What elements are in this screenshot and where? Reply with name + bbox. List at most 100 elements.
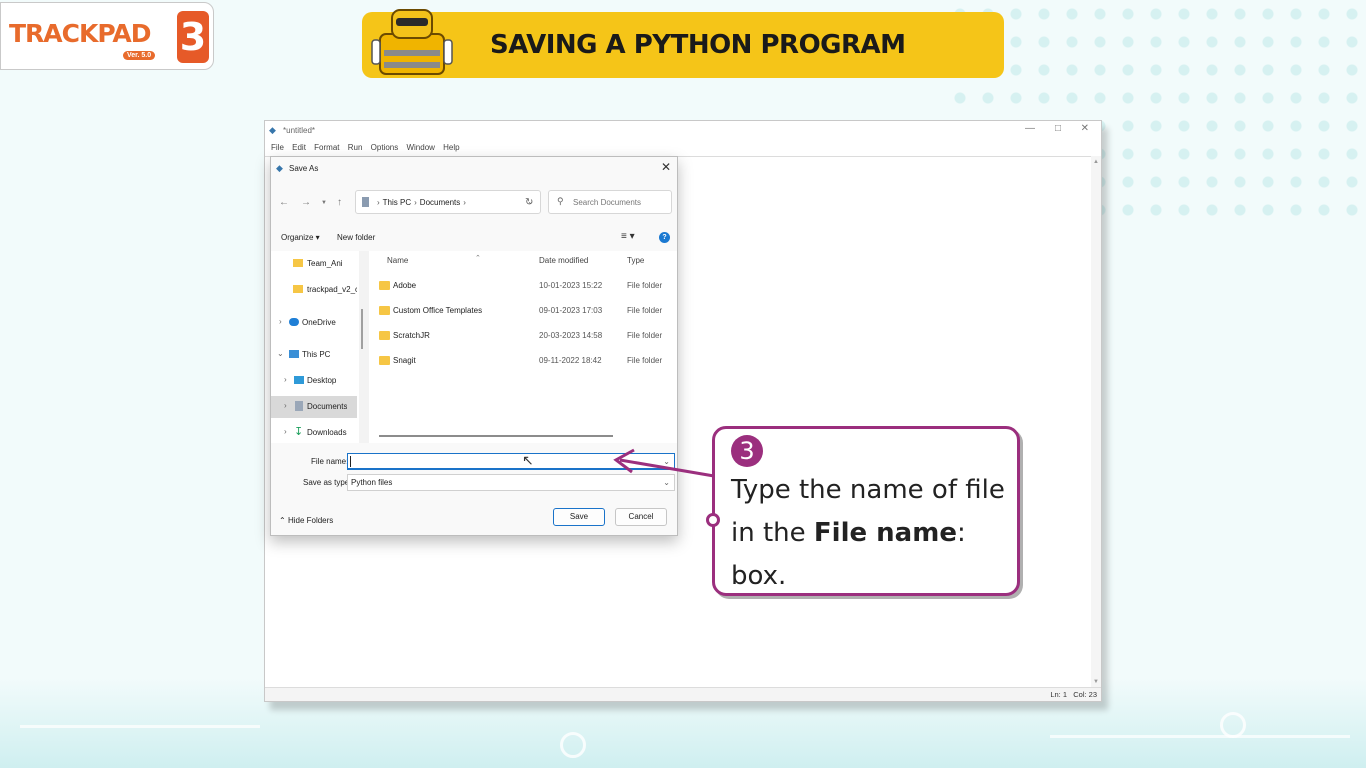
file-date: 20-03-2023 14:58 — [539, 331, 603, 340]
save-as-type-value: Python files — [351, 478, 393, 487]
breadcrumb-documents[interactable]: Documents — [420, 198, 460, 207]
file-type: File folder — [627, 331, 663, 340]
breadcrumb-separator-icon: › — [463, 198, 466, 207]
file-row[interactable]: Custom Office Templates 09-01-2023 17:03… — [369, 300, 677, 322]
chevron-right-icon[interactable]: › — [284, 401, 287, 410]
navigation-pane: Team_Ani trackpad_v2_cla › OneDrive ⌄ Th… — [271, 251, 359, 443]
circuit-line — [20, 725, 260, 728]
breadcrumb-this-pc[interactable]: This PC — [383, 198, 411, 207]
back-arrow-icon[interactable]: ← — [279, 197, 289, 208]
sort-up-icon: ⌃ — [475, 255, 481, 262]
file-name: Custom Office Templates — [393, 306, 483, 315]
file-type: File folder — [627, 306, 663, 315]
vertical-scrollbar[interactable] — [1091, 156, 1101, 687]
cancel-button[interactable]: Cancel — [615, 508, 667, 526]
trackpad-logo: TRACKPAD Ver. 5.0 3 — [0, 2, 214, 70]
chevron-up-icon: ⌃ — [279, 516, 286, 525]
tree-item-this-pc[interactable]: ⌄ This PC — [271, 344, 357, 366]
recent-dropdown-icon[interactable]: ▼ — [321, 200, 327, 206]
maximize-icon[interactable]: □ — [1055, 123, 1061, 134]
column-header-name[interactable]: ⌃ Name — [387, 255, 481, 265]
tree-item-label: Documents — [307, 402, 348, 411]
tree-item-documents[interactable]: › Documents — [271, 396, 357, 418]
column-header-name-label: Name — [387, 256, 409, 265]
download-icon: ↧ — [294, 426, 304, 438]
file-name: ScratchJR — [393, 331, 430, 340]
scroll-down-icon[interactable]: ▼ — [1093, 679, 1099, 685]
close-icon[interactable]: ✕ — [1081, 123, 1089, 134]
save-button[interactable]: Save — [553, 508, 605, 526]
refresh-icon[interactable]: ↻ — [525, 197, 533, 208]
folder-icon — [293, 259, 303, 267]
tree-item-desktop[interactable]: › Desktop — [271, 370, 357, 392]
circuit-line — [1050, 735, 1350, 738]
chevron-right-icon[interactable]: › — [284, 427, 287, 436]
file-type: File folder — [627, 281, 663, 290]
folder-icon — [293, 285, 303, 293]
tree-item-label: trackpad_v2_cla — [307, 285, 357, 294]
callout-connector-dot — [706, 513, 720, 527]
file-row[interactable]: Snagit 09-11-2022 18:42 File folder — [369, 350, 677, 372]
hide-folders-label: Hide Folders — [287, 516, 334, 525]
forward-arrow-icon[interactable]: → — [301, 197, 311, 208]
scroll-up-icon[interactable]: ▲ — [1093, 159, 1099, 165]
hide-folders-button[interactable]: ⌃ Hide Folders — [279, 516, 333, 525]
tree-item-trackpad[interactable]: trackpad_v2_cla — [271, 279, 357, 301]
window-title: *untitled* — [283, 126, 316, 135]
file-type: File folder — [627, 356, 663, 365]
horizontal-scrollbar[interactable] — [379, 435, 613, 437]
menu-file[interactable]: File — [271, 143, 284, 152]
step-number-badge: 3 — [731, 435, 763, 467]
menu-format[interactable]: Format — [314, 143, 339, 152]
title-banner: SAVING A PYTHON PROGRAM — [362, 9, 1004, 78]
chevron-down-icon[interactable]: ⌄ — [277, 349, 284, 358]
address-bar[interactable]: › This PC › Documents › ⌄ — [355, 190, 541, 214]
tree-item-onedrive[interactable]: › OneDrive — [271, 312, 357, 334]
chevron-right-icon[interactable]: › — [279, 317, 282, 326]
organize-button[interactable]: Organize ▾ — [281, 233, 320, 242]
up-arrow-icon[interactable]: ↑ — [337, 197, 342, 208]
menu-window[interactable]: Window — [406, 143, 434, 152]
mouse-cursor-icon: ↖ — [522, 452, 534, 468]
file-row[interactable]: ScratchJR 20-03-2023 14:58 File folder — [369, 325, 677, 347]
python-icon: ◆ — [269, 125, 276, 135]
close-icon[interactable]: ✕ — [661, 160, 671, 174]
menu-options[interactable]: Options — [371, 143, 399, 152]
tree-scrollbar[interactable] — [361, 309, 363, 349]
new-folder-button[interactable]: New folder — [337, 233, 375, 242]
column-header-date[interactable]: Date modified — [539, 256, 588, 265]
logo-version: Ver. 5.0 — [123, 51, 156, 60]
view-options-icon[interactable]: ≡ ▾ — [621, 231, 635, 242]
logo-number: 3 — [177, 11, 209, 63]
file-list: ⌃ Name Date modified Type Adobe 10-01-20… — [369, 251, 677, 443]
cloud-icon — [289, 318, 299, 326]
menu-help[interactable]: Help — [443, 143, 459, 152]
chevron-right-icon[interactable]: › — [284, 375, 287, 384]
status-bar: Ln: 1 Col: 23 — [265, 687, 1101, 701]
menu-run[interactable]: Run — [348, 143, 363, 152]
file-date: 10-01-2023 15:22 — [539, 281, 603, 290]
help-icon[interactable]: ? — [659, 232, 670, 243]
folder-icon — [379, 306, 390, 315]
documents-icon — [295, 401, 303, 411]
search-placeholder: Search Documents — [573, 198, 642, 207]
breadcrumb-separator-icon: › — [377, 198, 380, 207]
file-name: Snagit — [393, 356, 416, 365]
python-icon: ◆ — [276, 163, 283, 173]
file-name-label: File name: — [311, 457, 349, 466]
file-date: 09-11-2022 18:42 — [539, 356, 602, 365]
file-date: 09-01-2023 17:03 — [539, 306, 603, 315]
tree-item-team-ani[interactable]: Team_Ani — [271, 253, 357, 275]
circuit-node — [560, 732, 586, 758]
search-box[interactable]: ⚲ Search Documents — [548, 190, 672, 214]
menu-edit[interactable]: Edit — [292, 143, 306, 152]
folder-icon — [379, 281, 390, 290]
save-as-type-label: Save as type: — [303, 478, 352, 487]
column-header-type[interactable]: Type — [627, 256, 644, 265]
robot-mascot-icon — [371, 9, 453, 75]
instruction-callout: 3 Type the name of file in the File name… — [706, 426, 1020, 596]
file-row[interactable]: Adobe 10-01-2023 15:22 File folder — [369, 275, 677, 297]
tree-item-downloads[interactable]: › ↧ Downloads — [271, 422, 357, 444]
file-name: Adobe — [393, 281, 417, 290]
minimize-icon[interactable]: — — [1025, 123, 1035, 134]
